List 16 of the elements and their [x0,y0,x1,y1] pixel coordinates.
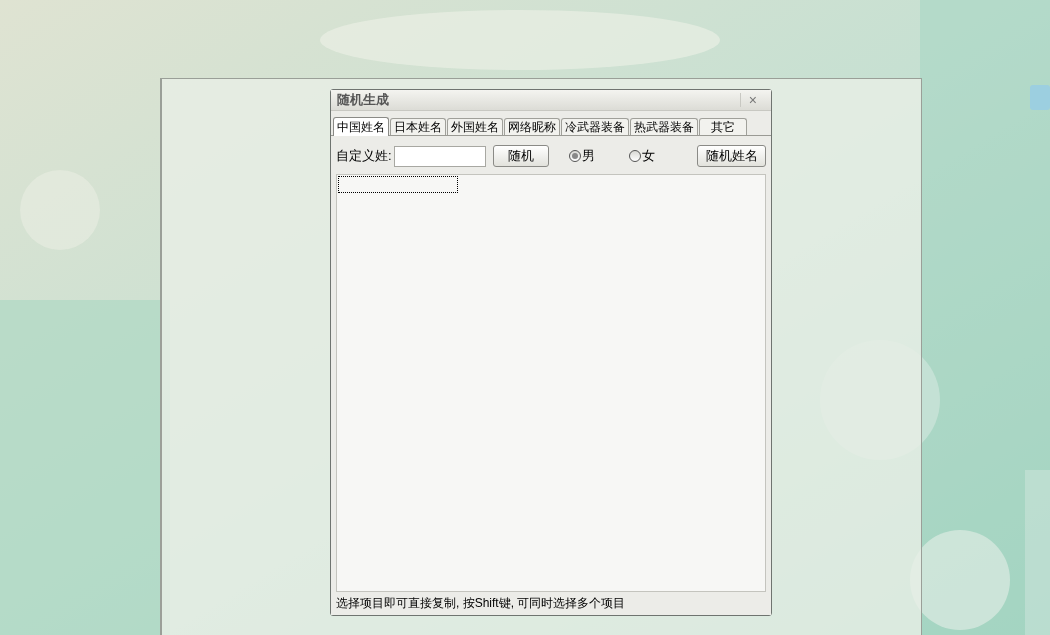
status-text: 选择项目即可直接复制, 按Shift键, 可同时选择多个项目 [336,595,626,612]
close-button[interactable]: × [739,92,765,107]
tab[interactable]: 热武器装备 [630,118,698,135]
tab[interactable]: 外国姓名 [447,118,503,135]
surname-label: 自定义姓: [336,147,392,166]
random-button[interactable]: 随机 [492,145,549,167]
tab[interactable]: 其它 [699,118,747,135]
surname-field[interactable] [393,145,486,167]
window-title: 随机生成 [337,91,389,109]
tab[interactable]: 网络昵称 [504,118,560,135]
random-name-button[interactable]: 随机姓名 [697,145,766,167]
gender-radio[interactable]: 男 [568,146,595,166]
tab[interactable]: 中国姓名 [333,117,389,136]
tab[interactable]: 日本姓名 [390,118,446,135]
tab[interactable]: 冷武器装备 [561,118,629,135]
gender-radio[interactable]: 女 [628,146,655,166]
